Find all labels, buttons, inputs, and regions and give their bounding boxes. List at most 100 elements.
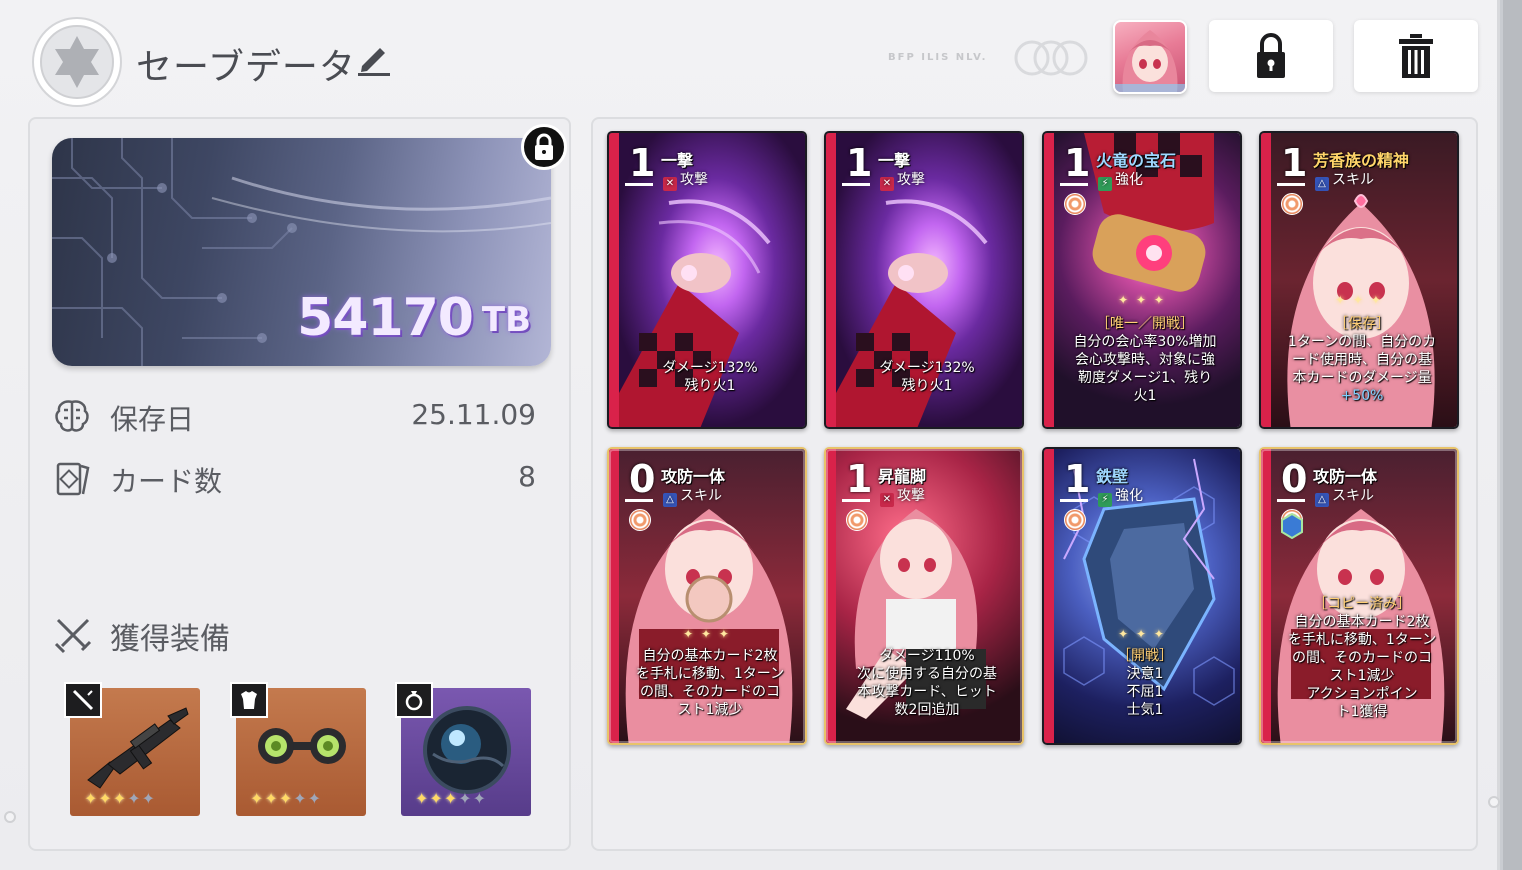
window-edge [1503,0,1522,870]
target-icon [1281,193,1303,215]
card-ichigeki[interactable]: 1 一撃 ✕ 攻撃 ダメージ132% 残り火1 [607,131,807,429]
equipment-stars: ✦✦✦✦✦ [84,789,157,808]
skill-icon: △ [1315,177,1329,191]
card-cost: 1 [1281,141,1308,185]
skill-icon: △ [1315,493,1329,507]
decor-dot [4,811,16,823]
card-description: ダメージ132% 残り火1 [879,360,975,394]
sparkle-divider: ✦ ✦ ✦ [1118,627,1166,641]
card-type: ✕ 攻撃 [880,485,925,507]
target-icon [1064,509,1086,531]
card-description: 自分の基本カード2枚 を手札に移動、1ターン の間、そのカードのコ スト1減少 [635,648,785,718]
sparkle-divider: ✦ ✦ ✦ [1118,293,1166,307]
locked-badge [521,124,567,170]
save-date-label: 保存日 [110,403,195,436]
equipment-title: 獲得装備 [110,622,230,657]
sparkle-divider: ✦ ✦ ✦ [683,627,731,641]
orb-icon [423,706,511,794]
card-cost: 1 [629,141,656,185]
skill-icon: △ [663,493,677,507]
pencil-icon [358,48,390,76]
weapon-icon [64,682,102,718]
card-shouryuukyaku[interactable]: 1 昇龍脚 ✕ 攻撃 ダメージ110% 次に使用する自分の基 本攻撃カード、ヒット数… [824,447,1024,745]
edit-title-button[interactable] [356,40,392,80]
card-teppeki[interactable]: 1 鉄壁 ⚡ 強化 ✦ ✦ ✦ ［開戦］ 決意1 不屈1 士気1 [1042,447,1242,745]
card-kouboittai[interactable]: 0 攻防一体 △ スキル ✦ ✦ ✦ 自分の基本カード2枚 を手札に移動、1ターン … [607,447,807,745]
card-cost: 0 [1281,457,1308,501]
hexagram-icon [55,36,99,88]
card-name: 鉄壁 [1096,467,1129,486]
attack-icon: ✕ [663,177,677,191]
card-name: 一撃 [878,151,911,170]
equipment-slot-rifle[interactable]: ✦✦✦✦✦ [64,682,200,816]
attack-icon: ✕ [880,177,894,191]
target-icon [1064,193,1086,215]
card-name: 芳香族の精神 [1313,151,1410,170]
card-karyu-no-houseki[interactable]: 1 火竜の宝石 ⚡ 強化 ✦ ✦ ✦ ［唯一／開戦］ 自分の会心率30%増加 会心攻… [1042,131,1242,429]
ring-icon [395,682,433,718]
save-date-row: 保存日 25.11.09 [52,396,542,436]
card-count-row: カード数 8 [52,458,542,498]
card-type: ⚡ 強化 [1098,485,1143,507]
crossed-weapons-icon [54,618,92,654]
attack-icon: ✕ [880,493,894,507]
card-name: 昇龍脚 [878,467,927,486]
card-cost: 0 [629,457,656,501]
card-description: ［保存］ 1ターンの間、自分のカ ード使用時、自分の基 本カードのダメージ量 +50… [1287,316,1437,404]
equipment-stars: ✦✦✦✦✦ [415,789,488,808]
delete-button[interactable] [1354,20,1478,92]
card-deck-icon [56,462,90,496]
card-description: ダメージ132% 残り火1 [662,360,758,394]
card-count-label: カード数 [110,465,223,498]
target-icon [846,509,868,531]
card-cost: 1 [846,141,873,185]
lock-icon [1257,33,1285,78]
card-kouboittai-copy[interactable]: 0 攻防一体 △ スキル ［コピー済み］ 自分の基本カード2枚 を手札に移動、1ター… [1259,447,1459,745]
copy-badge-icon [1281,513,1303,539]
faded-label: BFP ILIS NLV. [888,52,988,63]
enhance-icon: ⚡ [1098,493,1112,507]
lock-button[interactable] [1209,20,1333,92]
card-ichigeki[interactable]: 1 一撃 ✕ 攻撃 ダメージ132% 残り火1 [824,131,1024,429]
equipment-slot-goggles[interactable]: ✦✦✦✦✦ [230,682,366,816]
storage-amount: 54170 [297,288,474,348]
trash-icon [1399,34,1433,78]
goggles-icon [258,728,346,764]
character-avatar[interactable] [1113,20,1187,94]
lock-icon [535,133,553,160]
save-slot-emblem [32,17,122,107]
card-name: 攻防一体 [1313,467,1378,486]
card-houkouzoku-no-seishin[interactable]: 1 芳香族の精神 △ スキル ✦ ✦ ✦ ［保存］ 1ターンの間、自分のカ ード使用… [1259,131,1459,429]
card-cost: 1 [1064,141,1091,185]
save-data-window: セーブデータ BFP ILIS NLV. 54170 TB 保存日 25.11.… [0,0,1500,870]
card-description: ［開戦］ 決意1 不屈1 士気1 [1117,648,1173,718]
card-description: ［コピー済み］ 自分の基本カード2枚 を手札に移動、1ターン の間、そのカードのコ… [1287,596,1437,720]
card-type: △ スキル [663,485,722,507]
card-cost: 1 [846,457,873,501]
equipment-stars: ✦✦✦✦✦ [250,789,323,808]
card-name: 攻防一体 [661,467,726,486]
decor-dot [1488,796,1500,808]
card-name: 火竜の宝石 [1096,151,1177,170]
card-description: ［唯一／開戦］ 自分の会心率30%増加 会心攻撃時、対象に強 靭度ダメージ1、残り… [1073,316,1217,404]
enhance-icon: ⚡ [1098,177,1112,191]
card-cost: 1 [1064,457,1091,501]
rings-icon [1012,38,1090,82]
card-description: ダメージ110% 次に使用する自分の基 本攻撃カード、ヒット 数2回追加 [857,648,997,718]
card-count-value: 8 [518,460,536,493]
storage-unit: TB [481,300,531,340]
card-type: ✕ 攻撃 [880,169,925,191]
brain-icon [55,400,89,432]
page-title: セーブデータ [136,47,356,88]
target-icon [629,509,651,531]
sparkle-divider: ✦ ✦ ✦ [1335,293,1383,307]
card-type: ✕ 攻撃 [663,169,708,191]
storage-banner: 54170 TB [52,138,551,366]
card-type: ⚡ 強化 [1098,169,1143,191]
equipment-slot-orb[interactable]: ✦✦✦✦✦ [395,682,531,816]
armor-icon [230,682,268,718]
card-type: △ スキル [1315,485,1374,507]
card-name: 一撃 [661,151,694,170]
save-date-value: 25.11.09 [411,398,536,431]
equipment-section-title: 獲得装備 [52,614,230,660]
